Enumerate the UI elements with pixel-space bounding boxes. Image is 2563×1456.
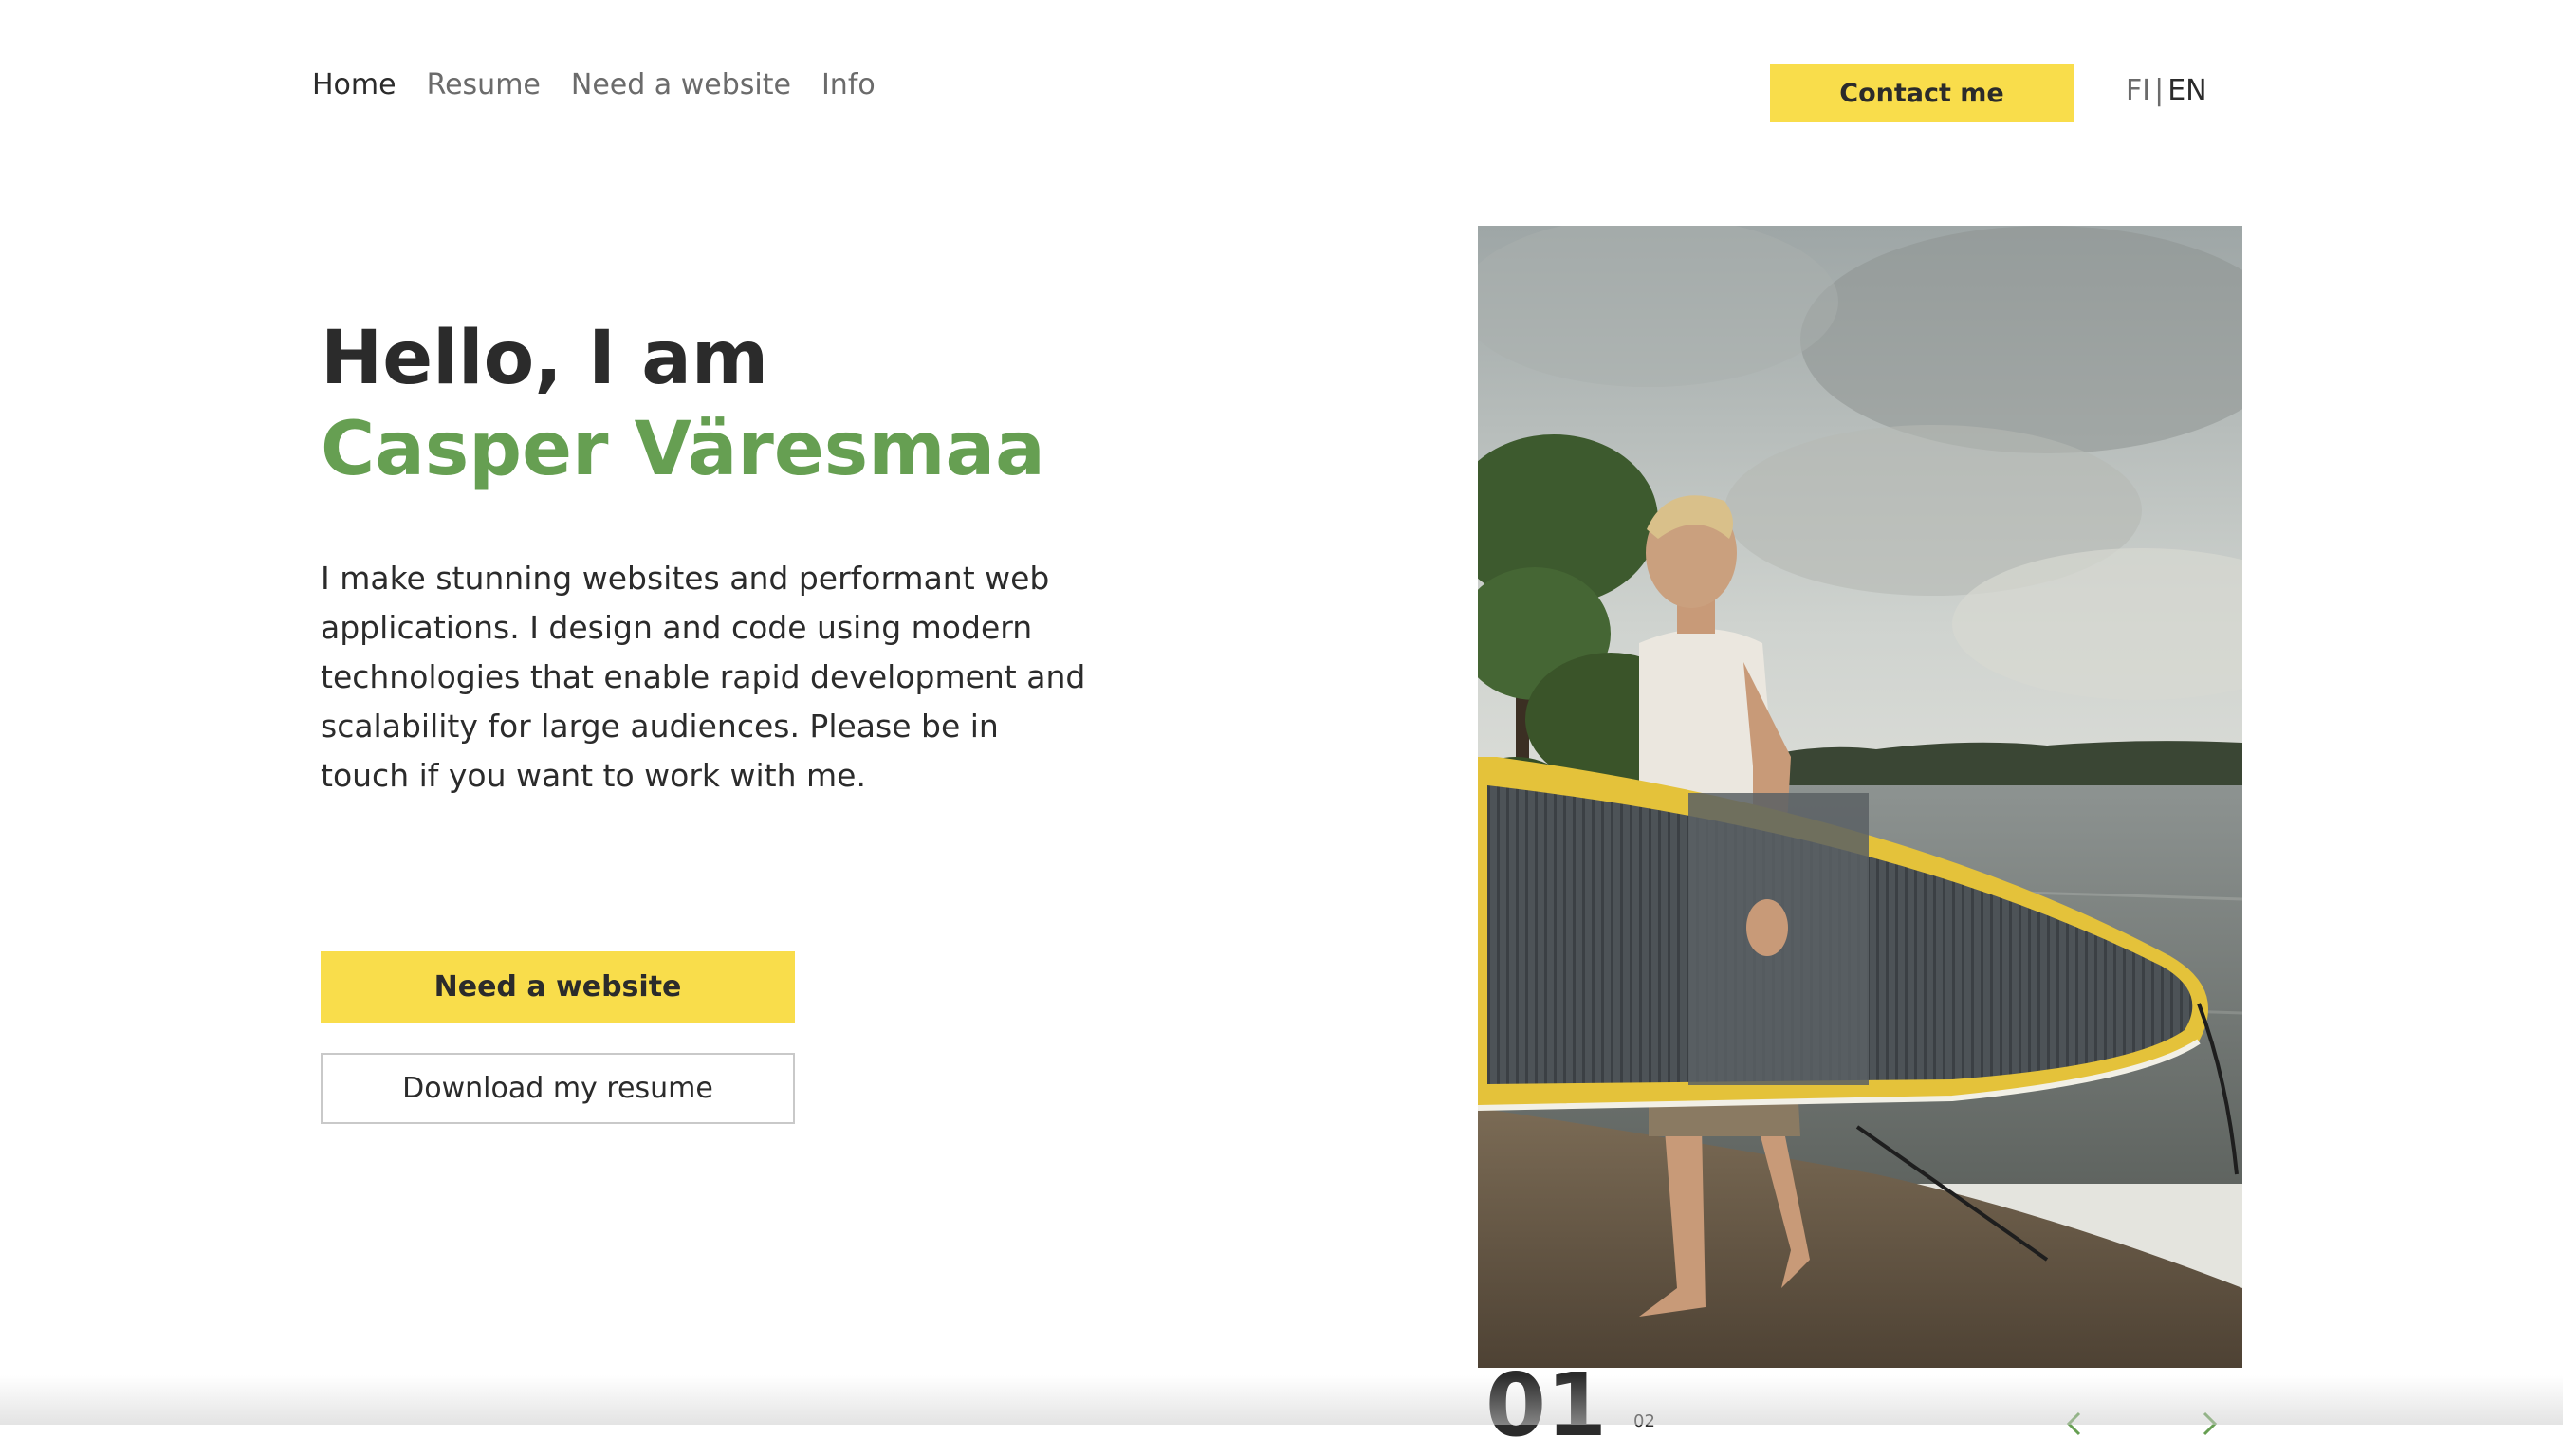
hero-photo [1478, 226, 2242, 1368]
hero-heading: Hello, I am Casper Väresmaa [321, 313, 1045, 495]
chevron-left-icon[interactable] [2060, 1410, 2089, 1438]
hero-greeting: Hello, I am [321, 316, 769, 401]
bottom-scroll-shadow [0, 1375, 2563, 1425]
nav-home-link[interactable]: Home [312, 68, 396, 101]
need-website-button[interactable]: Need a website [321, 951, 795, 1023]
contact-button[interactable]: Contact me [1770, 64, 2074, 122]
lang-fi-option[interactable]: FI [2126, 74, 2150, 107]
slide-total-number: 02 [1633, 1411, 1655, 1431]
slide-current-number: 01 [1485, 1355, 1608, 1456]
hero-name: Casper Väresmaa [321, 407, 1045, 492]
download-resume-button[interactable]: Download my resume [321, 1053, 795, 1124]
nav-info-link[interactable]: Info [821, 68, 876, 101]
chevron-right-icon[interactable] [2195, 1410, 2223, 1438]
lang-separator: | [2154, 74, 2165, 107]
hero-intro: I make stunning websites and performant … [321, 560, 1086, 794]
nav-resume-link[interactable]: Resume [427, 68, 541, 101]
lang-en-option[interactable]: EN [2167, 74, 2206, 107]
main-nav: Home Resume Need a website Info [312, 68, 876, 101]
language-switcher: FI | EN [2126, 74, 2207, 107]
nav-need-website-link[interactable]: Need a website [571, 68, 791, 101]
